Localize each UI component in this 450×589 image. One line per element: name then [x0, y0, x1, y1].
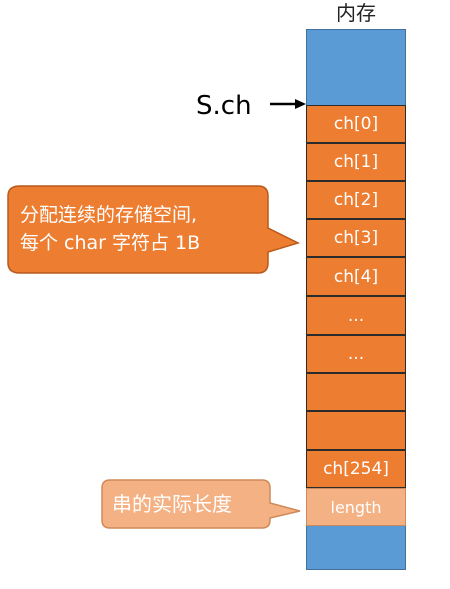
length-callout-text: 串的实际长度	[112, 492, 232, 516]
